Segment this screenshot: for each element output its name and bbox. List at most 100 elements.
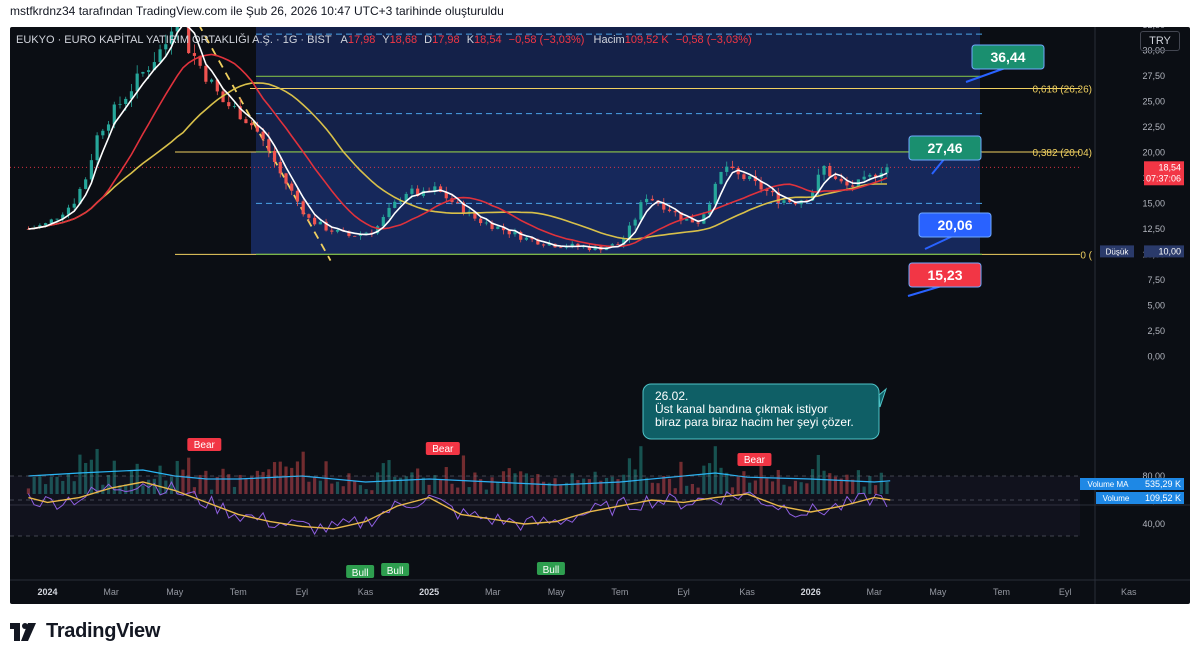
bear-label-text: Bear [432,444,454,455]
currency-button[interactable]: TRY [1140,31,1180,51]
price-candle [650,198,654,201]
price-candle [209,79,214,82]
symbol-name: EUKYO · EURO KAPİTAL YATIRIM ORTAKLIĞI A… [16,34,332,46]
price-candle [559,247,563,249]
price-candle [192,53,197,56]
price-candle [524,237,529,240]
chart-svg[interactable]: 1 (30,618 (26,26)0,382 (20,04)0 ( BearBe… [10,27,1190,604]
bull-label-text: Bull [543,565,560,576]
volume-tag: Volume [1103,494,1130,503]
price-candle [364,232,368,234]
note-line: 26.02. [655,389,688,403]
price-candle [725,166,729,172]
price-candle [410,188,414,194]
bull-label-text: Bull [387,566,404,577]
bear-label-text: Bear [744,455,766,466]
price-candle [278,161,282,174]
price-candle [822,165,826,175]
volume-ma-value: 535,29 K [1145,479,1181,489]
price-candle [118,103,122,105]
price-candle [839,178,843,182]
note-box-tail [878,387,888,408]
time-axis-tick: 2025 [419,587,439,597]
price-candle [250,123,254,126]
price-axis-tick: 5,00 [1147,300,1165,310]
target-callout-text: 20,06 [937,217,972,233]
target-callout-text: 15,23 [927,267,962,283]
price-candle [232,106,237,107]
price-change: −0,58 (−3,03%) [508,34,585,46]
price-axis-tick: 12,50 [1142,224,1165,234]
price-candle [828,165,832,177]
price-candle [479,218,483,224]
volume-ma-tag: Volume MA [1088,480,1130,489]
price-candle [868,174,872,177]
target-callout-text: 27,46 [927,140,962,156]
price-candle [318,221,322,225]
time-axis-tick: Eyl [677,587,690,597]
low-label: D [424,34,433,46]
price-candle [639,202,643,220]
price-axis-tick: 7,50 [1147,275,1165,285]
price-axis-tick: 20,00 [1142,147,1165,157]
price-candle [307,214,311,218]
time-axis-tick: May [929,587,947,597]
price-candle [135,73,139,92]
open-label: A [340,34,348,46]
time-axis-tick: Eyl [1059,587,1072,597]
volume-change: −0,58 (−3,03%) [675,34,752,46]
axis-badge-countdown: 07:37:06 [1146,173,1181,183]
fib-level-label: 0 ( [1080,250,1092,261]
note-line: Üst kanal bandına çıkmak istiyor [655,402,828,416]
price-candle [330,230,334,232]
price-candle [313,217,317,225]
fib-level-label: 0,382 (20,04) [1033,148,1093,159]
price-candle [742,174,746,180]
price-candle [393,201,397,208]
symbol-header: EUKYO · EURO KAPİTAL YATIRIM ORTAKLIĞI A… [16,34,752,46]
price-axis-tick: 0,00 [1147,351,1165,361]
time-axis-tick: Kas [739,587,755,597]
price-axis-tick: 22,50 [1142,122,1165,132]
axis-badge-price-value: 18,54 [1158,162,1181,172]
bull-label-text: Bull [352,568,369,579]
price-candle [147,70,151,72]
price-candle [833,176,838,179]
time-axis-tick: Eyl [296,587,309,597]
price-axis-tick: 32,50 [1142,27,1165,30]
time-axis-tick: Tem [611,587,628,597]
price-candle [696,222,700,224]
time-axis-tick: Mar [103,587,119,597]
volume-value: 109,52 K [1145,493,1181,503]
target-callout-text: 36,44 [990,49,1025,65]
tradingview-logo-icon [10,622,36,641]
chart-panel[interactable]: 1 (30,618 (26,26)0,382 (20,04)0 ( BearBe… [10,27,1190,604]
price-candle [633,219,637,226]
price-candle [845,181,849,186]
bear-label-text: Bear [194,440,216,451]
time-axis-tick: 2024 [37,587,57,597]
tradingview-logo[interactable]: TradingView [10,620,160,643]
price-candle [43,223,48,226]
price-candle [84,179,88,189]
price-candle [290,183,294,191]
price-candle [95,135,99,161]
volume-value: 109,52 K [624,34,669,46]
price-candle [272,150,277,162]
price-candle [141,71,145,74]
high-label: Y [382,34,390,46]
price-axis-tick: 25,00 [1142,96,1165,106]
price-candle [685,218,689,221]
close-value: 18,54 [474,34,502,46]
time-axis-tick: 2026 [801,587,821,597]
price-candle [227,102,231,107]
time-axis-tick: May [548,587,566,597]
fib-level-label: 0,618 (26,26) [1033,85,1093,96]
price-candle [673,211,677,213]
price-candle [101,130,105,136]
price-candle [89,160,93,180]
price-candle [387,207,391,217]
chart-caption: mstfkrdnz34 tarafından TradingView.com i… [10,4,504,18]
price-candle [353,235,357,237]
price-candle [862,176,866,180]
